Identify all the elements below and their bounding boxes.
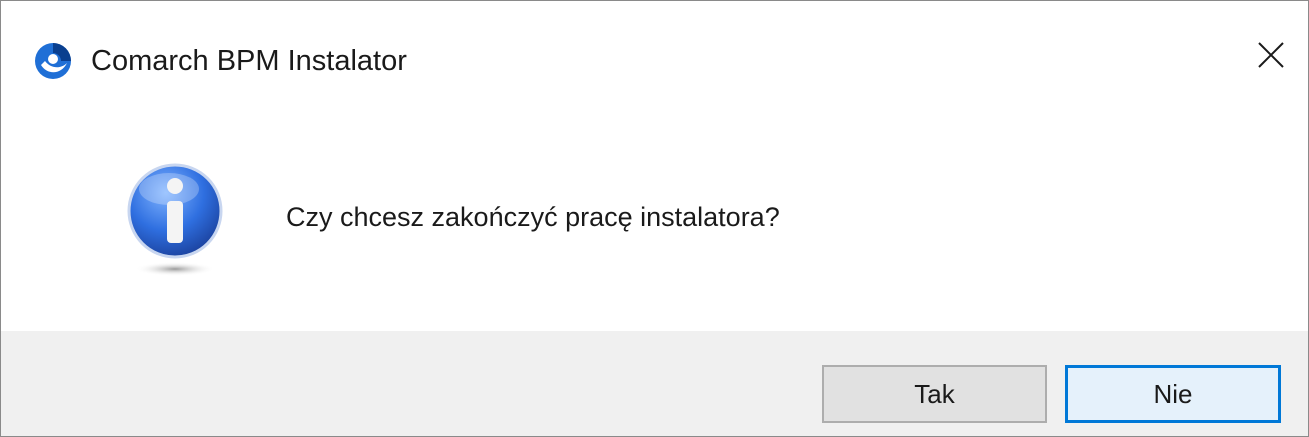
information-icon	[123, 161, 227, 277]
dialog-footer: Tak Nie	[1, 331, 1308, 436]
close-icon	[1256, 40, 1286, 75]
title-bar[interactable]: Comarch BPM Instalator	[1, 1, 1308, 87]
close-button[interactable]	[1241, 29, 1301, 85]
dialog-message: Czy chcesz zakończyć pracę instalatora?	[286, 202, 780, 232]
dialog-content: Czy chcesz zakończyć pracę instalatora?	[1, 87, 1308, 331]
yes-button[interactable]: Tak	[822, 365, 1047, 423]
no-button[interactable]: Nie	[1065, 365, 1281, 423]
comarch-logo-icon	[33, 41, 73, 81]
message-dialog: Comarch BPM Instalator Czy chcesz zakońc…	[0, 0, 1309, 437]
window-title: Comarch BPM Instalator	[91, 45, 407, 77]
